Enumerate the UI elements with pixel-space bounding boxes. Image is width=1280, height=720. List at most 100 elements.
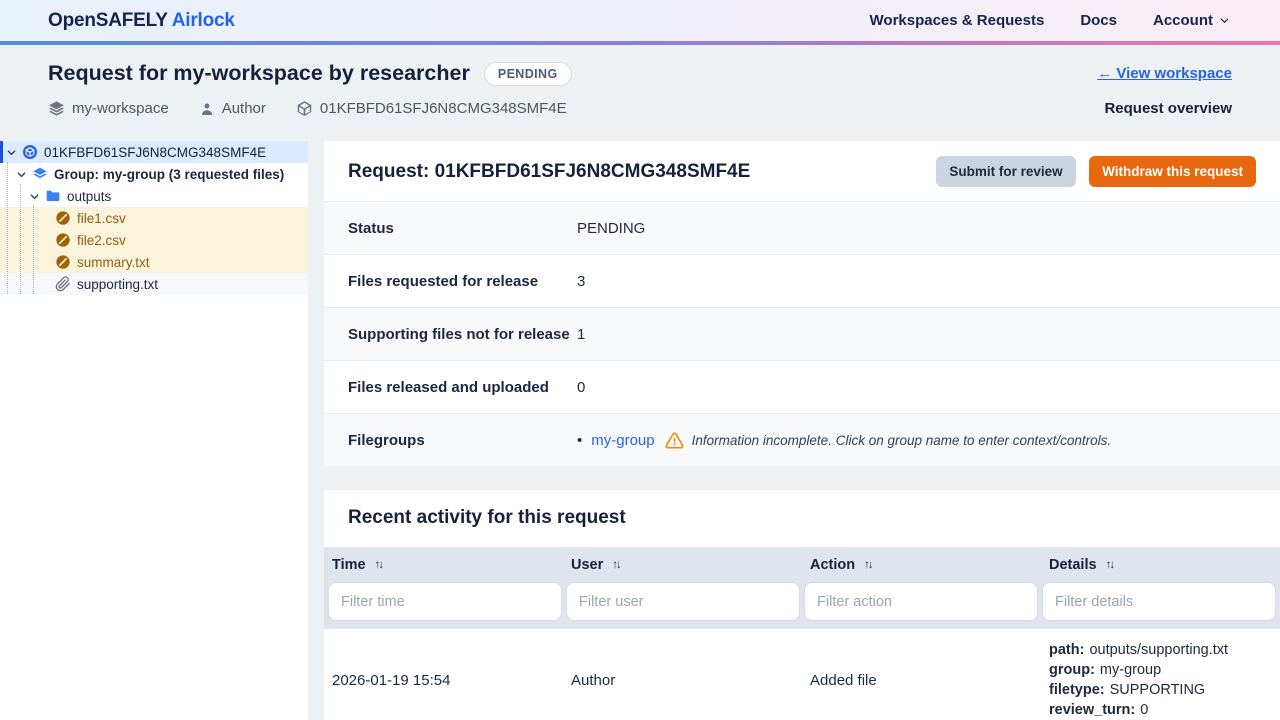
tree-item-group[interactable]: Group: my-group (3 requested files) [0, 163, 308, 185]
activity-details: path: outputs/supporting.txt group: my-gro… [1041, 629, 1280, 720]
app-logo[interactable]: OpenSAFELY Airlock [48, 10, 235, 32]
bullet-glyph: • [577, 431, 583, 449]
summary-row-requested-files: Files requested for release 3 [324, 254, 1280, 307]
detail-line-path: path: outputs/supporting.txt [1049, 642, 1229, 658]
tree-guide-line [7, 162, 8, 294]
user-icon [201, 103, 212, 115]
nav-account-menu[interactable]: Account [1153, 12, 1230, 29]
sort-icon[interactable]: ↑↓ [612, 559, 621, 571]
author-name: Author [221, 100, 266, 117]
activity-time: 2026-01-19 15:54 [332, 672, 451, 689]
filter-user-input[interactable] [566, 582, 800, 621]
activity-table-header: Time ↑↓ User ↑↓ Action ↑↓ Details ↑↓ [324, 547, 1280, 582]
filter-action-input[interactable] [804, 582, 1038, 621]
tree-item-label: file1.csv [77, 210, 126, 226]
tree-item-label: file2.csv [77, 232, 126, 248]
tree-item-label: outputs [67, 188, 112, 204]
request-overview-label: Request overview [1104, 100, 1232, 117]
tree-item-label: summary.txt [77, 254, 150, 270]
tree-item-outputs-folder[interactable]: outputs [0, 185, 308, 207]
column-label: Action [810, 557, 856, 573]
column-header-action[interactable]: Action ↑↓ [802, 547, 1041, 582]
chevron-down-icon [1220, 18, 1229, 23]
summary-row-filegroups: Filegroups • my-group Information incomp… [324, 413, 1280, 466]
sort-icon[interactable]: ↑↓ [864, 559, 873, 571]
submit-for-review-button[interactable]: Submit for review [936, 156, 1076, 187]
main-panel: Request: 01KFBFD61SFJ6N8CMG348SMF4E Subm… [324, 141, 1280, 720]
nav-workspaces-requests[interactable]: Workspaces & Requests [870, 12, 1045, 29]
activity-filter-row [324, 582, 1280, 628]
output-file-icon [56, 255, 70, 269]
tree-guide-line [33, 206, 34, 294]
filter-time-input[interactable] [328, 582, 562, 621]
tree-guide-line [20, 184, 21, 294]
layers-icon [49, 101, 64, 116]
summary-row-released-files: Files released and uploaded 0 [324, 360, 1280, 413]
workspace-meta: my-workspace [48, 100, 169, 117]
tree-item-label: Group: my-group (3 requested files) [54, 166, 285, 182]
filegroup-warning-text: Information incomplete. Click on group n… [691, 432, 1112, 448]
request-title: Request: 01KFBFD61SFJ6N8CMG348SMF4E [348, 160, 751, 182]
folder-icon [46, 190, 60, 201]
recent-activity-title: Recent activity for this request [348, 507, 626, 528]
tree-item-summary[interactable]: summary.txt [0, 251, 308, 273]
tree-item-file2[interactable]: file2.csv [0, 229, 308, 251]
request-id: 01KFBFD61SFJ6N8CMG348SMF4E [319, 100, 567, 117]
page-title: Request for my-workspace by researcher [48, 61, 470, 85]
top-navbar: OpenSAFELY Airlock Workspaces & Requests … [0, 0, 1280, 41]
tree-item-supporting[interactable]: supporting.txt [0, 273, 308, 295]
column-label: Details [1049, 557, 1097, 573]
summary-value: 0 [577, 378, 586, 396]
workspace-name: my-workspace [72, 100, 169, 117]
summary-label: Filegroups [348, 431, 425, 449]
column-header-user[interactable]: User ↑↓ [563, 547, 802, 582]
layers-icon [33, 167, 47, 179]
summary-row-supporting-files: Supporting files not for release 1 [324, 307, 1280, 360]
chevron-down-icon [30, 193, 39, 199]
paperclip-icon [55, 276, 70, 292]
nav-links: Workspaces & Requests Docs Account [870, 12, 1230, 29]
withdraw-request-button[interactable]: Withdraw this request [1089, 156, 1256, 187]
output-file-icon [56, 233, 70, 247]
tree-item-label: supporting.txt [77, 276, 159, 292]
filter-details-input[interactable] [1042, 582, 1276, 621]
detail-line-review-turn: review_turn: 0 [1049, 702, 1149, 718]
summary-row-status: Status PENDING [324, 201, 1280, 254]
sort-icon[interactable]: ↑↓ [375, 559, 384, 571]
summary-label: Files requested for release [348, 272, 539, 290]
recent-activity-card: Recent activity for this request Time ↑↓… [324, 490, 1280, 720]
warning-icon [665, 432, 684, 448]
page-header: Request for my-workspace by researcher P… [0, 45, 1280, 141]
status-badge: PENDING [483, 61, 572, 86]
logo-secondary: Airlock [171, 9, 235, 31]
summary-label: Status [348, 219, 394, 237]
view-workspace-link[interactable]: ← View workspace [1097, 65, 1232, 82]
nav-account-label: Account [1153, 12, 1213, 29]
column-header-details[interactable]: Details ↑↓ [1041, 547, 1280, 582]
logo-primary: OpenSAFELY [48, 9, 168, 31]
activity-user: Author [571, 672, 616, 689]
column-label: User [571, 557, 604, 573]
activity-action: Added file [810, 672, 877, 689]
output-file-icon [56, 211, 70, 225]
column-header-time[interactable]: Time ↑↓ [324, 547, 563, 582]
author-meta: Author [199, 100, 266, 117]
summary-value: 3 [577, 272, 586, 290]
request-summary-card: Request: 01KFBFD61SFJ6N8CMG348SMF4E Subm… [324, 141, 1280, 466]
detail-line-group: group: my-group [1049, 662, 1162, 678]
request-id-meta: 01KFBFD61SFJ6N8CMG348SMF4E [296, 100, 567, 117]
chevron-down-icon [17, 171, 26, 177]
summary-value: PENDING [577, 219, 646, 237]
filegroup-link[interactable]: my-group [591, 432, 654, 449]
detail-line-filetype: filetype: SUPPORTING [1049, 682, 1206, 698]
activity-table-row: 2026-01-19 15:54 Author Added file path:… [324, 628, 1280, 720]
package-icon [297, 101, 312, 116]
tree-item-request-root[interactable]: 01KFBFD61SFJ6N8CMG348SMF4E [0, 141, 308, 163]
tree-item-label: 01KFBFD61SFJ6N8CMG348SMF4E [44, 144, 267, 160]
summary-label: Supporting files not for release [348, 325, 570, 343]
sort-icon[interactable]: ↑↓ [1106, 559, 1115, 571]
request-meta: my-workspace Author 01KFBFD61SFJ6N8CMG34… [48, 100, 572, 117]
summary-value: 1 [577, 325, 586, 343]
tree-item-file1[interactable]: file1.csv [0, 207, 308, 229]
nav-docs[interactable]: Docs [1080, 12, 1117, 29]
